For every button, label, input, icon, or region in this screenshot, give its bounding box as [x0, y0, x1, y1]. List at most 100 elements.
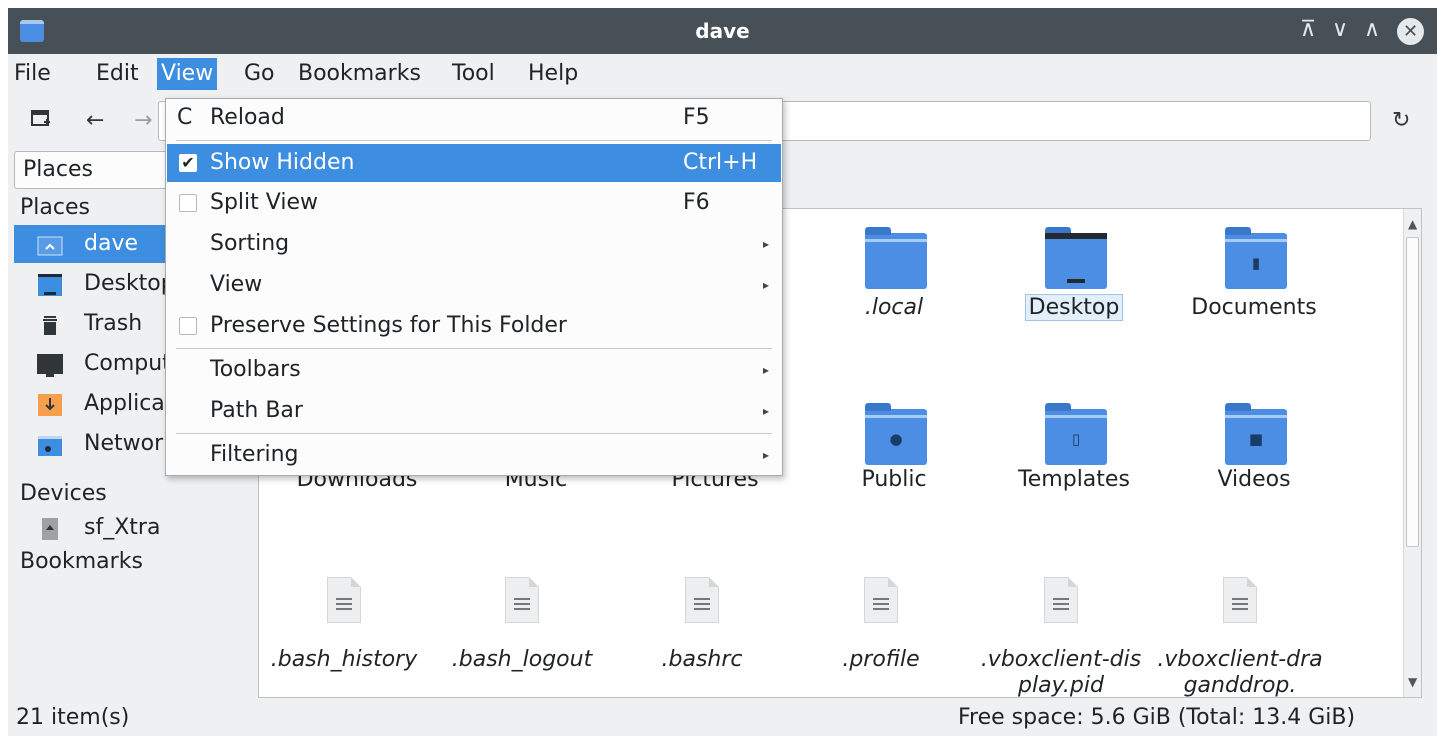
menu-item-sorting[interactable]: Sorting ▸ — [167, 225, 781, 263]
devices-header: Devices — [20, 481, 107, 506]
text-file-icon — [327, 577, 361, 623]
submenu-arrow-icon: ▸ — [763, 404, 770, 418]
drive-icon — [36, 516, 64, 540]
desktop-icon — [36, 272, 64, 296]
file-item-bashrc[interactable]: .bashrc — [617, 569, 787, 697]
status-item-count: 21 item(s) — [16, 705, 130, 730]
menu-help-label: Help — [528, 61, 579, 86]
home-icon — [36, 232, 64, 256]
trash-icon — [36, 312, 64, 336]
preserve-settings-checkbox[interactable] — [179, 317, 197, 335]
template-emblem-icon: ▯ — [1071, 430, 1081, 448]
menu-bar: File Edit View Go Bookmarks Tool Help — [8, 54, 1437, 94]
minimize-icon[interactable]: ∨ — [1332, 18, 1348, 42]
file-item-documents[interactable]: ▮ Documents — [1169, 209, 1339, 329]
submenu-arrow-icon: ▸ — [763, 448, 770, 462]
menu-help[interactable]: Help — [524, 58, 582, 90]
title-bar[interactable]: dave ⊼ ∨ ∧ ✕ — [8, 8, 1437, 54]
file-item-desktop[interactable]: Desktop — [989, 209, 1159, 329]
file-name: Documents — [1191, 295, 1317, 320]
menu-view[interactable]: View — [157, 58, 218, 90]
desktop-folder-icon — [1045, 227, 1107, 289]
new-tab-icon[interactable] — [30, 108, 52, 137]
file-item-videos[interactable]: ■ Videos — [1169, 389, 1339, 499]
window-title: dave — [695, 19, 750, 43]
menu-item-view[interactable]: View ▸ — [167, 266, 781, 304]
scroll-down-icon[interactable]: ▼ — [1408, 675, 1417, 689]
close-icon[interactable]: ✕ — [1397, 18, 1424, 45]
file-item-vboxclient-draganddrop[interactable]: .vboxclient-draganddrop. — [1155, 569, 1325, 698]
sidebar-item-label: Trash — [84, 311, 143, 336]
view-menu-dropdown: C Reload F5 ✔ Show Hidden Ctrl+H Split V… — [165, 98, 783, 476]
file-item-vboxclient-display[interactable]: .vboxclient-display.pid — [976, 569, 1146, 697]
submenu-arrow-icon: ▸ — [763, 237, 770, 251]
scroll-up-icon[interactable]: ▲ — [1408, 217, 1417, 231]
text-file-icon — [864, 577, 898, 623]
menu-tool-label: Tool — [452, 61, 495, 86]
menu-go[interactable]: Go — [240, 58, 279, 90]
file-item-profile[interactable]: .profile — [796, 569, 966, 697]
sidebar-item-label: dave — [84, 231, 139, 256]
menu-separator — [176, 433, 772, 434]
forward-arrow-icon[interactable]: → — [134, 108, 152, 134]
scrollbar-thumb[interactable] — [1406, 237, 1419, 547]
menu-bookmarks-label: Bookmarks — [298, 61, 421, 86]
keep-above-icon[interactable]: ⊼ — [1300, 18, 1316, 42]
file-item-bash-history[interactable]: .bash_history — [259, 569, 429, 697]
menu-item-filtering[interactable]: Filtering ▸ — [167, 436, 781, 474]
menu-item-path-bar[interactable]: Path Bar ▸ — [167, 392, 781, 430]
menu-item-split-view[interactable]: Split View F6 — [167, 184, 781, 222]
network-icon — [36, 432, 64, 456]
file-name: Videos — [1217, 467, 1291, 492]
menu-item-show-hidden[interactable]: ✔ Show Hidden Ctrl+H — [167, 144, 781, 182]
go-jump-icon[interactable]: ↻ — [1392, 108, 1410, 134]
file-item-templates[interactable]: ▯ Templates — [989, 389, 1159, 499]
menu-item-label: Filtering — [210, 442, 299, 467]
video-emblem-icon: ■ — [1248, 430, 1264, 448]
menu-file[interactable]: File — [10, 58, 55, 90]
show-hidden-checkbox[interactable]: ✔ — [179, 154, 197, 172]
file-item-local[interactable]: .local — [809, 209, 979, 329]
sidebar-item-label: Network — [84, 431, 176, 456]
file-name: .vboxclient-draganddrop. — [1157, 647, 1323, 698]
file-name: .bash_history — [270, 647, 418, 672]
back-arrow-icon[interactable]: ← — [86, 108, 104, 134]
sidebar-item-sf-xtra[interactable]: sf_Xtra — [14, 509, 254, 547]
file-item-public[interactable]: ● Public — [809, 389, 979, 499]
menu-view-label: View — [161, 61, 214, 86]
applications-icon — [36, 392, 64, 416]
menu-item-shortcut: F5 — [683, 105, 710, 130]
menu-item-label: Show Hidden — [210, 150, 355, 175]
status-free-space: Free space: 5.6 GiB (Total: 13.4 GiB) — [958, 705, 1356, 730]
file-item-bash-logout[interactable]: .bash_logout — [437, 569, 607, 697]
file-name: .local — [864, 295, 924, 320]
menu-edit[interactable]: Edit — [92, 58, 143, 90]
maximize-icon[interactable]: ∧ — [1364, 18, 1380, 42]
vertical-scrollbar[interactable]: ▲ ▼ — [1403, 209, 1421, 697]
submenu-arrow-icon: ▸ — [763, 363, 770, 377]
menu-item-label: Reload — [210, 105, 285, 130]
sidebar-item-label: Desktop — [84, 271, 175, 296]
menu-item-reload[interactable]: C Reload F5 — [167, 99, 781, 137]
public-folder-icon: ● — [865, 403, 927, 465]
bookmarks-header: Bookmarks — [20, 549, 143, 574]
templates-folder-icon: ▯ — [1045, 403, 1107, 465]
menu-item-label: Split View — [210, 190, 318, 215]
documents-folder-icon: ▮ — [1225, 227, 1287, 289]
videos-folder-icon: ■ — [1225, 403, 1287, 465]
menu-item-label: Toolbars — [210, 357, 301, 382]
text-file-icon — [1223, 577, 1257, 623]
menu-go-label: Go — [244, 61, 275, 86]
folder-icon — [865, 227, 927, 289]
file-name: .profile — [842, 647, 920, 672]
text-file-icon — [685, 577, 719, 623]
menu-tool[interactable]: Tool — [448, 58, 499, 90]
text-file-icon — [505, 577, 539, 623]
reload-icon: C — [177, 105, 193, 130]
menu-item-label: Path Bar — [210, 398, 303, 423]
menu-item-preserve-settings[interactable]: Preserve Settings for This Folder — [167, 307, 781, 345]
menu-item-toolbars[interactable]: Toolbars ▸ — [167, 351, 781, 389]
split-view-checkbox[interactable] — [179, 194, 197, 212]
menu-file-label: File — [14, 61, 51, 86]
menu-bookmarks[interactable]: Bookmarks — [294, 58, 425, 90]
